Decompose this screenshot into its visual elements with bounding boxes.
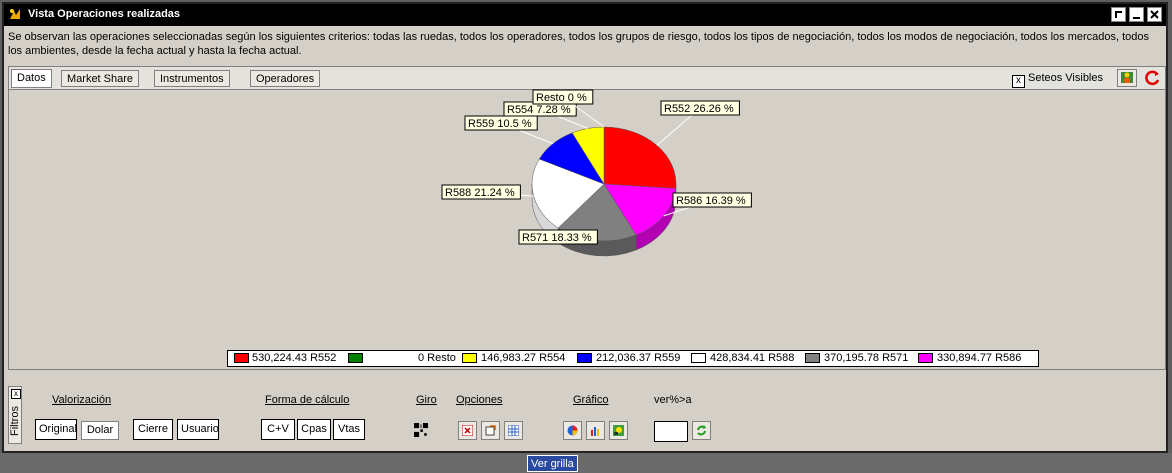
pie-slice-r552 (603, 126, 677, 189)
legend-label: 428,834.41 R588 (710, 352, 795, 364)
seteos-label: Seteos Visibles (1027, 72, 1103, 84)
legend-label: 330,894.77 R586 (937, 352, 1022, 364)
settings-person-button[interactable] (1117, 69, 1137, 87)
vtas-button[interactable]: Vtas (333, 419, 365, 440)
legend-swatch (234, 353, 249, 363)
tab-instrumentos[interactable]: Instrumentos (154, 70, 230, 87)
window-title: Vista Operaciones realizadas (28, 8, 181, 20)
grafico-label: Gráfico (573, 394, 609, 406)
opciones-label: Opciones (456, 394, 503, 406)
pie-chart-area: R552 26.26 % R586 16.39 % R571 18.33 % R588… (9, 89, 1165, 369)
pie-label-r586: R586 16.39 % (676, 195, 746, 207)
pie-label-r554: R554 7.28 % (507, 104, 571, 116)
apply-refresh-icon (697, 425, 706, 436)
ver-apply-button[interactable] (692, 421, 711, 440)
pie-chart: R552 26.26 % R586 16.39 % R571 18.33 % R588… (441, 89, 752, 257)
seteos-checkbox[interactable]: x (1011, 75, 1025, 88)
cpas-button[interactable]: Cpas (297, 419, 331, 440)
opcion-grid-button[interactable] (504, 421, 523, 440)
tab-market-share[interactable]: Market Share (61, 70, 140, 87)
grafico-pie-button[interactable] (563, 421, 582, 440)
usuario-button[interactable]: Usuario (177, 419, 219, 440)
chart-panel: Datos Market Share Instrumentos Operador… (8, 66, 1166, 370)
criteria-description: Se observan las operaciones seleccionada… (8, 31, 1150, 57)
pie-chart-icon (567, 425, 578, 436)
tab-operadores[interactable]: Operadores (250, 70, 321, 87)
giro-label: Giro (416, 394, 437, 406)
legend-label: 146,983.27 R554 (481, 352, 566, 364)
chart-settings-icon (613, 425, 624, 436)
legend-swatch (805, 353, 820, 363)
legend-label: 0 Resto (418, 352, 456, 364)
close-icon (1150, 10, 1159, 19)
close-button[interactable] (1147, 7, 1162, 22)
ver-label: ver%>a (654, 394, 692, 406)
ver-input[interactable] (654, 421, 688, 442)
export-icon (485, 425, 496, 436)
filters-side-tab[interactable]: x Filtros (8, 386, 22, 444)
forma-calculo-label: Forma de cálculo (265, 394, 350, 406)
giro-button[interactable] (412, 421, 431, 440)
pie-label-r571: R571 18.33 % (522, 232, 592, 244)
restore-button[interactable] (1111, 7, 1126, 22)
status-bar (0, 453, 1172, 473)
excel-icon (462, 425, 473, 436)
legend-label: 530,224.43 R552 (252, 352, 337, 364)
pie-top (531, 126, 677, 242)
original-button[interactable]: Original (35, 419, 77, 440)
dolar-button[interactable]: Dolar (81, 421, 119, 440)
pie-label-r552: R552 26.26 % (664, 103, 734, 115)
qr-icon (414, 423, 428, 437)
refresh-button[interactable] (1143, 69, 1163, 87)
person-settings-icon (1121, 72, 1133, 83)
pie-label-r588: R588 21.24 % (445, 187, 515, 199)
tab-datos[interactable]: Datos (11, 69, 52, 88)
pie-label-r559: R559 10.5 % (468, 118, 532, 130)
seteos-visibles-toggle[interactable]: x Seteos Visibles (1011, 71, 1103, 88)
app-icon (10, 9, 20, 19)
grafico-bar-button[interactable] (586, 421, 605, 440)
opcion-excel-button[interactable] (458, 421, 477, 440)
tab-bar: Datos Market Share Instrumentos Operador… (9, 67, 1165, 90)
close-filters-icon[interactable]: x (11, 389, 21, 399)
ver-grilla-button[interactable]: Ver grilla (527, 455, 578, 472)
legend-label: 370,195.78 R571 (824, 352, 909, 364)
grafico-settings-button[interactable] (609, 421, 628, 440)
chart-legend: 530,224.43 R552 0 Resto 146,983.27 R554 212… (227, 350, 1039, 367)
legend-label: 212,036.37 R559 (596, 352, 681, 364)
legend-swatch (918, 353, 933, 363)
operations-window: Vista Operaciones realizadas Se observan… (2, 2, 1168, 453)
legend-swatch (348, 353, 363, 363)
legend-swatch (577, 353, 592, 363)
valorizacion-label: Valorización (52, 394, 112, 406)
title-bar[interactable]: Vista Operaciones realizadas (4, 4, 1166, 26)
filters-panel: x Filtros Valorización Original Dolar Ci… (8, 386, 1166, 446)
pie-label-resto: Resto 0 % (536, 92, 587, 104)
cierre-button[interactable]: Cierre (133, 419, 173, 440)
legend-swatch (691, 353, 706, 363)
bar-chart-icon (591, 427, 599, 436)
filters-label: Filtros (9, 406, 21, 436)
refresh-icon (1145, 70, 1160, 86)
minimize-button[interactable] (1129, 7, 1144, 22)
cv-button[interactable]: C+V (261, 419, 295, 440)
opcion-export-button[interactable] (481, 421, 500, 440)
legend-swatch (462, 353, 477, 363)
grid-icon (508, 425, 519, 436)
